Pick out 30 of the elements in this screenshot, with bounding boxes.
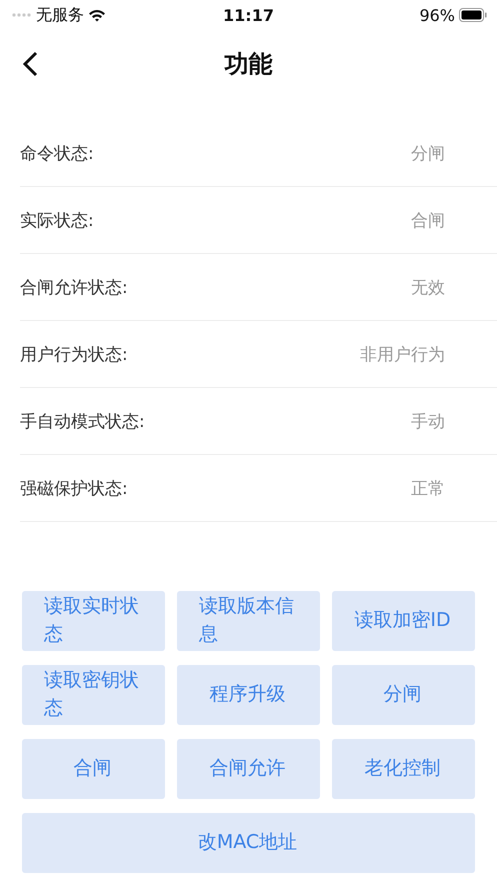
action-button[interactable]: 程序升级 <box>177 665 320 725</box>
battery-percent: 96% <box>419 6 455 24</box>
back-icon[interactable] <box>22 51 38 77</box>
status-value: 手动 <box>411 410 445 432</box>
action-button[interactable]: 读取实时状态 <box>22 591 165 651</box>
action-button[interactable]: 读取密钥状态 <box>22 665 165 725</box>
wifi-icon <box>88 8 106 22</box>
action-button[interactable]: 读取版本信息 <box>177 591 320 651</box>
status-label: 命令状态: <box>20 142 94 164</box>
page-title: 功能 <box>224 49 272 80</box>
battery-icon <box>459 8 487 22</box>
status-value: 分闸 <box>411 142 445 164</box>
status-label: 用户行为状态: <box>20 344 128 366</box>
clock-time: 11:17 <box>223 6 274 24</box>
action-button[interactable]: 分闸 <box>332 665 475 725</box>
carrier-text: 无服务 <box>36 4 84 26</box>
signal-icon <box>12 12 32 18</box>
status-value: 非用户行为 <box>360 344 445 366</box>
action-button[interactable]: 合闸允许 <box>177 739 320 799</box>
status-value: 无效 <box>411 276 445 298</box>
status-value: 合闸 <box>411 210 445 232</box>
action-button[interactable]: 老化控制 <box>332 739 475 799</box>
action-button[interactable]: 改MAC地址 <box>22 813 475 873</box>
status-label: 合闸允许状态: <box>20 276 128 298</box>
action-button[interactable]: 读取加密ID <box>332 591 475 651</box>
status-value: 正常 <box>411 478 445 500</box>
status-label: 手自动模式状态: <box>20 410 145 432</box>
status-label: 实际状态: <box>20 210 94 232</box>
status-label: 强磁保护状态: <box>20 478 128 500</box>
action-button[interactable]: 合闸 <box>22 739 165 799</box>
